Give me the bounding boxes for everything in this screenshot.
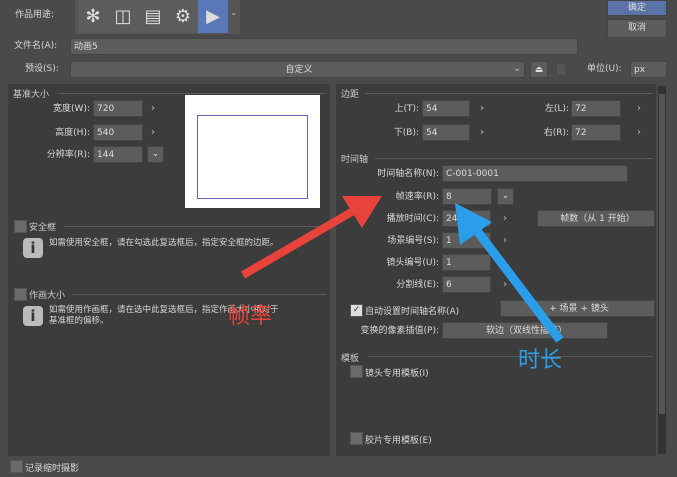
duration-annotation: 时长 [518, 348, 563, 373]
blue-arrow-shaft [474, 229, 564, 343]
annotation-arrows [240, 196, 564, 343]
fps-annotation: 帧率 [228, 304, 273, 329]
red-arrow-shaft [240, 206, 358, 279]
